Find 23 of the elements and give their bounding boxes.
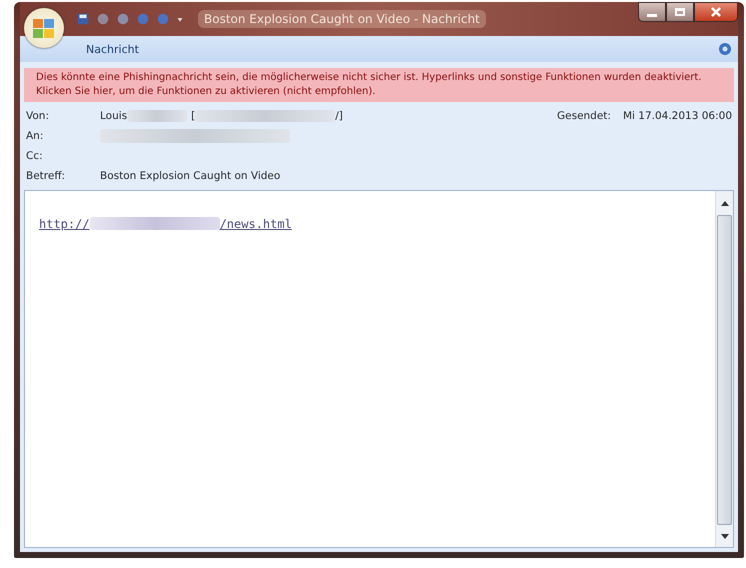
sender-bracket: /] bbox=[335, 110, 343, 122]
maximize-button[interactable] bbox=[666, 2, 694, 22]
close-button[interactable] bbox=[694, 2, 738, 22]
cc-label: Cc: bbox=[26, 150, 44, 162]
window-title: Boston Explosion Caught on Video - Nachricht bbox=[198, 10, 486, 28]
scrollbar[interactable] bbox=[715, 191, 733, 547]
subject-label: Betreff: bbox=[26, 170, 66, 182]
sender-bracket: [ bbox=[191, 110, 196, 122]
redacted-block bbox=[127, 110, 188, 122]
office-button[interactable] bbox=[24, 8, 64, 48]
to-label: An: bbox=[26, 130, 44, 142]
ribbon-tab[interactable]: Nachricht bbox=[86, 42, 139, 56]
save-icon[interactable] bbox=[76, 12, 90, 26]
subject-text: Boston Explosion Caught on Video bbox=[100, 170, 280, 182]
sender-name: Louis bbox=[100, 110, 128, 122]
close-icon bbox=[710, 6, 722, 18]
minimize-button[interactable] bbox=[638, 2, 666, 22]
phishing-warning[interactable]: Dies könnte eine Phishingnachricht sein, die möglicherweise nicht sicher ist. Hyperlinks und sonstige Funktionen wurden deaktiviert. Klicken Sie hier, um die Funktionen zu aktivieren (nicht empfohlen). bbox=[24, 68, 734, 102]
from-label: Von: bbox=[26, 110, 50, 122]
scroll-thumb[interactable] bbox=[717, 215, 732, 525]
sent-label: Gesendet: bbox=[557, 110, 611, 122]
sent-date: Mi 17.04.2013 06:00 bbox=[622, 110, 732, 122]
url-link[interactable]: http:// /news.html bbox=[39, 217, 292, 231]
